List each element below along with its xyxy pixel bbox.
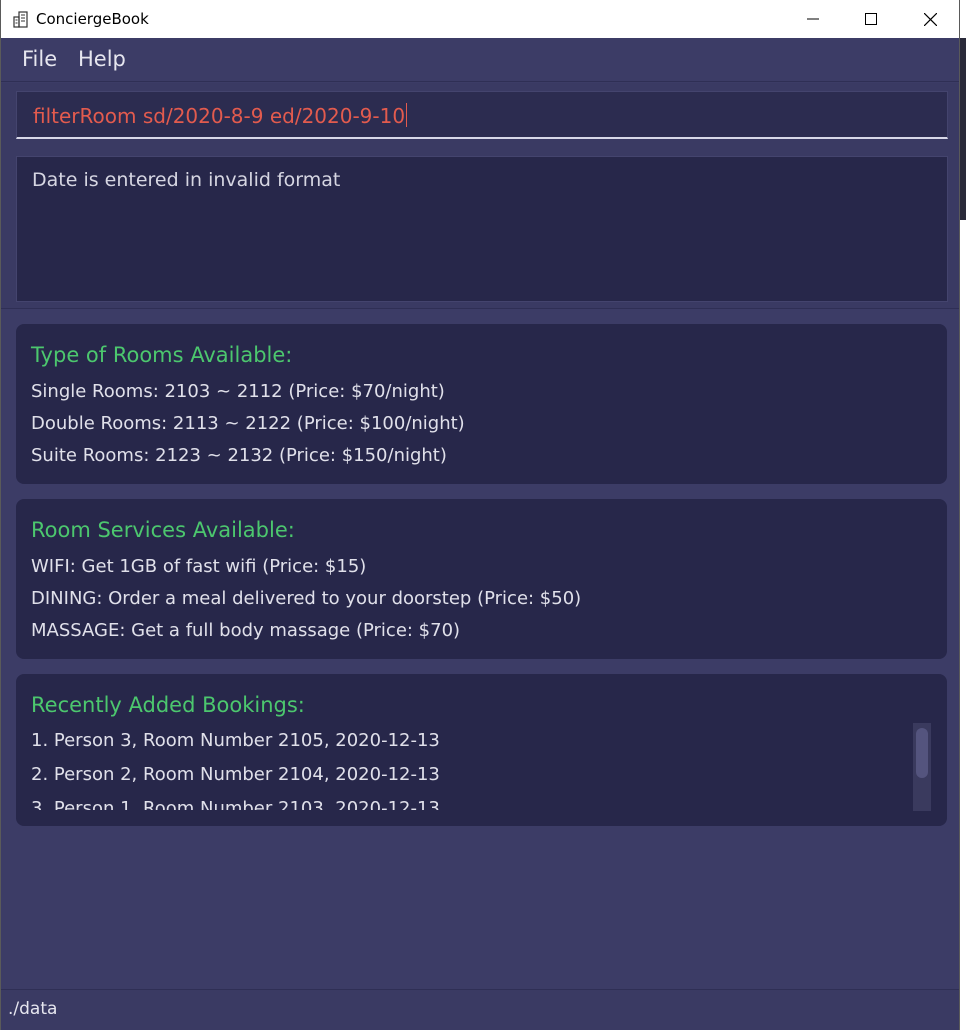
bookings-panel: Recently Added Bookings: 1. Person 3, Ro…: [16, 674, 947, 826]
bookings-title: Recently Added Bookings:: [31, 693, 305, 717]
command-text: filterRoom sd/2020-8-9 ed/2020-9-10: [33, 104, 406, 128]
scrollbar-thumb[interactable]: [916, 728, 928, 778]
command-input[interactable]: filterRoom sd/2020-8-9 ed/2020-9-10: [16, 91, 948, 139]
text-caret: [406, 103, 408, 127]
menu-bar: File Help: [1, 38, 959, 82]
close-icon: [923, 12, 937, 26]
window-edge-shadow: [960, 38, 966, 220]
minimize-icon: [807, 18, 819, 20]
bookings-list[interactable]: 1. Person 3, Room Number 2105, 2020-12-1…: [31, 724, 911, 810]
menu-help[interactable]: Help: [78, 47, 126, 71]
menu-file[interactable]: File: [22, 47, 57, 71]
services-title: Room Services Available:: [31, 518, 295, 542]
title-bar[interactable]: ConciergeBook: [1, 0, 959, 38]
rooms-line: Double Rooms: 2113 ~ 2122 (Price: $100/n…: [31, 413, 465, 434]
services-panel: Room Services Available: WIFI: Get 1GB o…: [16, 499, 947, 659]
building-icon: [13, 11, 28, 28]
minimize-button[interactable]: [784, 0, 842, 38]
services-line: MASSAGE: Get a full body massage (Price:…: [31, 620, 461, 641]
rooms-title: Type of Rooms Available:: [31, 343, 293, 367]
result-display[interactable]: Date is entered in invalid format: [16, 156, 948, 302]
list-item[interactable]: 1. Person 3, Room Number 2105, 2020-12-1…: [31, 724, 911, 758]
close-button[interactable]: [901, 0, 959, 38]
status-bar: ./data: [1, 989, 959, 1030]
rooms-panel: Type of Rooms Available: Single Rooms: 2…: [16, 324, 947, 484]
services-line: DINING: Order a meal delivered to your d…: [31, 588, 582, 609]
list-item[interactable]: 2. Person 2, Room Number 2104, 2020-12-1…: [31, 758, 911, 792]
list-item[interactable]: 3. Person 1, Room Number 2103, 2020-12-1…: [31, 792, 911, 810]
result-message: Date is entered in invalid format: [32, 169, 341, 191]
data-path: ./data: [8, 999, 58, 1019]
window-title: ConciergeBook: [36, 10, 149, 28]
rooms-line: Single Rooms: 2103 ~ 2112 (Price: $70/ni…: [31, 381, 445, 402]
rooms-line: Suite Rooms: 2123 ~ 2132 (Price: $150/ni…: [31, 445, 447, 466]
services-line: WIFI: Get 1GB of fast wifi (Price: $15): [31, 556, 367, 577]
maximize-button[interactable]: [842, 0, 900, 38]
window-edge: [960, 0, 966, 1030]
bookings-scrollbar[interactable]: [913, 723, 931, 811]
result-display-area: Date is entered in invalid format: [1, 147, 959, 309]
command-box-area: filterRoom sd/2020-8-9 ed/2020-9-10: [1, 83, 959, 147]
maximize-icon: [865, 13, 877, 25]
app-window: ConciergeBook File Help filterRoom sd/20…: [0, 0, 960, 1030]
